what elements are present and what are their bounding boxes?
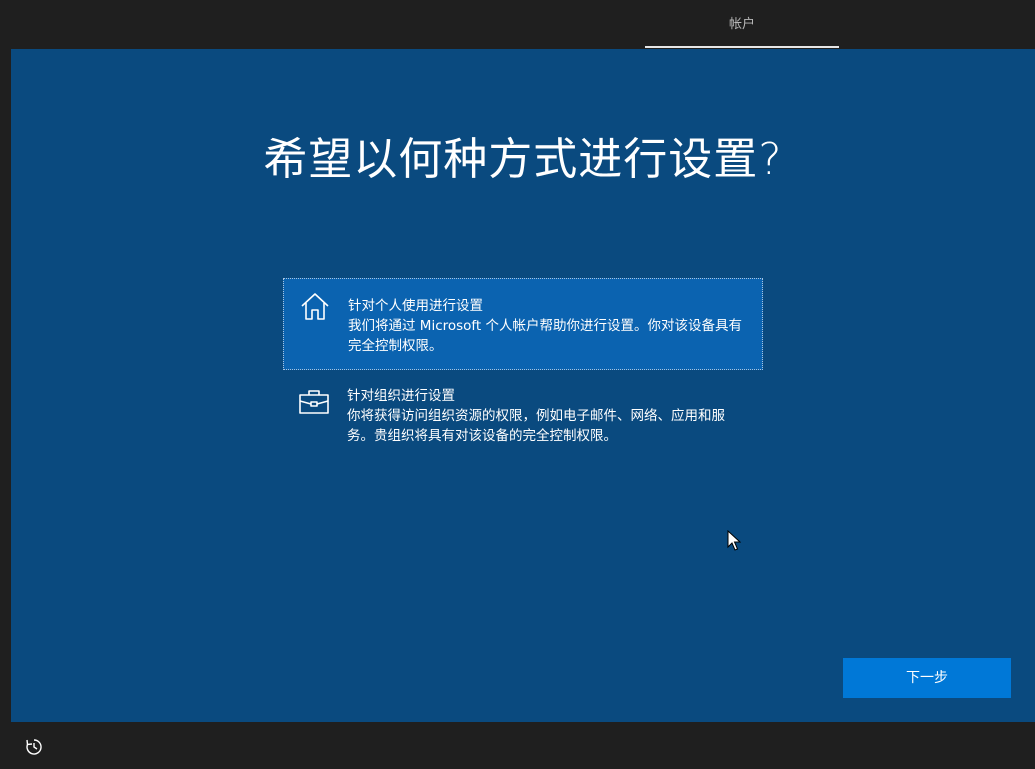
option-description: 你将获得访问组织资源的权限，例如电子邮件、网络、应用和服务。贵组织将具有对该设备… — [347, 408, 725, 444]
option-title: 针对个人使用进行设置 — [348, 298, 483, 314]
briefcase-icon — [298, 387, 330, 419]
bottom-bar — [0, 722, 1035, 769]
option-description: 我们将通过 Microsoft 个人帐户帮助你进行设置。你对该设备具有完全控制权… — [348, 318, 743, 354]
page-title: 希望以何种方式进行设置? — [263, 134, 783, 185]
mouse-cursor-icon — [727, 529, 742, 552]
top-progress-bar: 帐户 — [11, 2, 1035, 48]
setup-panel: 希望以何种方式进行设置? 针对个人使用进行设置 我们将通过 Microsoft … — [11, 49, 1035, 722]
ease-of-access-icon[interactable] — [24, 737, 44, 757]
home-icon — [299, 291, 331, 323]
next-button[interactable]: 下一步 — [843, 658, 1011, 698]
tab-account: 帐户 — [645, 2, 839, 48]
option-organization[interactable]: 针对组织进行设置 你将获得访问组织资源的权限，例如电子邮件、网络、应用和服务。贵… — [283, 375, 763, 459]
option-personal-use[interactable]: 针对个人使用进行设置 我们将通过 Microsoft 个人帐户帮助你进行设置。你… — [283, 278, 763, 370]
option-title: 针对组织进行设置 — [347, 388, 455, 404]
oobe-window: 帐户 希望以何种方式进行设置? 针对个人使用进行设置 我们将通过 Microso… — [0, 0, 1035, 769]
